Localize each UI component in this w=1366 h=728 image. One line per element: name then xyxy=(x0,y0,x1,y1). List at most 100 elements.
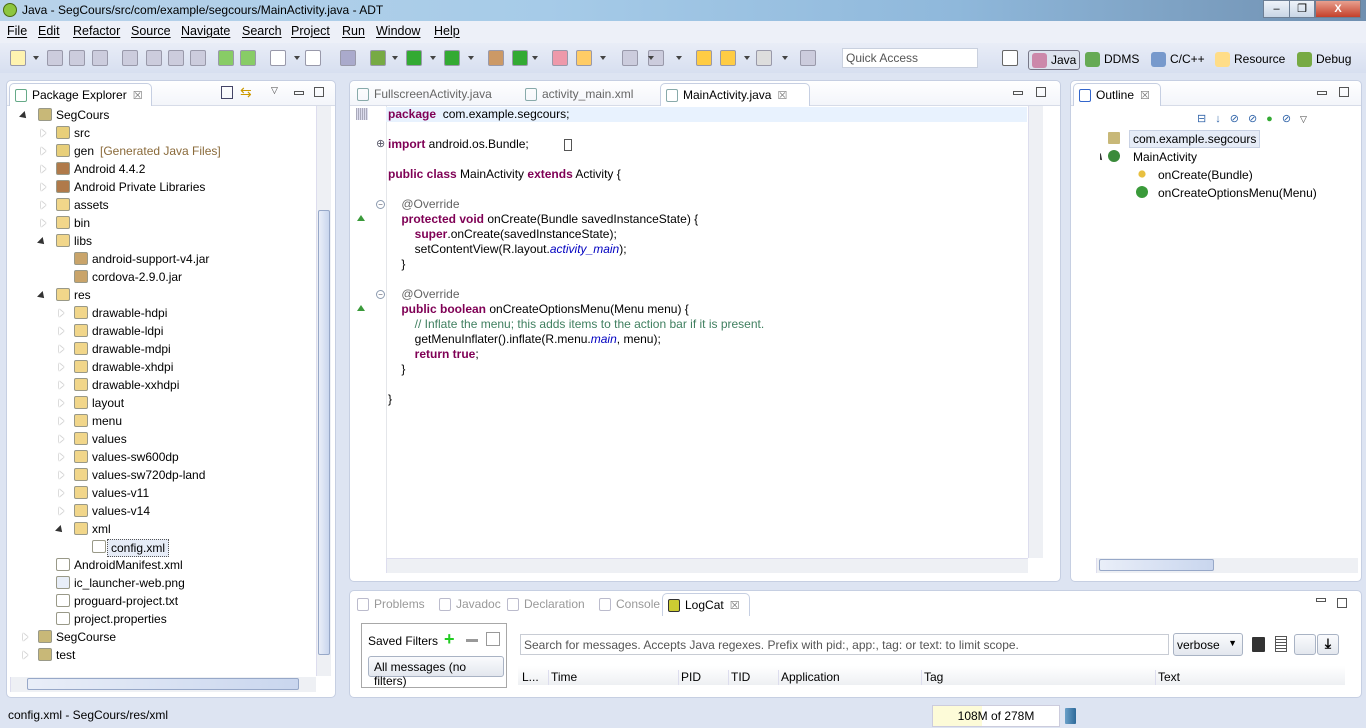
toolbar-button-8[interactable] xyxy=(190,50,206,66)
tree-item-android-4-4-2[interactable]: Android 4.4.2 xyxy=(0,160,315,178)
tree-item-gen[interactable]: gen [Generated Java Files] xyxy=(0,142,315,160)
close-icon[interactable]: ☒ xyxy=(777,90,787,102)
collapsed-arrow-icon[interactable] xyxy=(23,651,28,659)
expand-fold-icon[interactable]: ⊕ xyxy=(376,139,385,150)
toggle-filters-pane-button[interactable] xyxy=(1294,634,1316,655)
tree-item-drawable-ldpi[interactable]: drawable-ldpi xyxy=(0,322,315,340)
menu-project[interactable]: Project xyxy=(291,24,330,38)
tab-outline[interactable]: Outline ☒ xyxy=(1073,83,1161,106)
hide-fields-icon[interactable]: ⊘ xyxy=(1230,113,1248,125)
maximize-view-icon[interactable] xyxy=(314,87,324,97)
maximize-view-icon[interactable] xyxy=(1337,598,1347,608)
tree-item-values-v11[interactable]: values-v11 xyxy=(0,484,315,502)
toolbar-button-21[interactable] xyxy=(622,50,638,66)
collapse-all-icon[interactable] xyxy=(221,86,233,99)
collapsed-arrow-icon[interactable] xyxy=(59,309,64,317)
dropdown-arrow-icon[interactable] xyxy=(468,56,474,60)
save-log-icon[interactable] xyxy=(1252,637,1265,652)
toolbar-button-11[interactable] xyxy=(270,50,286,66)
menu-source[interactable]: Source xyxy=(131,24,171,38)
toolbar-button-14[interactable] xyxy=(370,50,386,66)
tree-item-xml[interactable]: xml xyxy=(0,520,315,538)
collapsed-arrow-icon[interactable] xyxy=(59,363,64,371)
package-explorer-horizontal-scrollbar[interactable] xyxy=(10,677,316,692)
tree-item-androidmanifest-xml[interactable]: AndroidManifest.xml xyxy=(0,556,315,574)
outline-item[interactable]: com.example.segcours xyxy=(1100,130,1350,148)
toolbar-button-18[interactable] xyxy=(512,50,528,66)
column-header-pid[interactable]: PID xyxy=(678,670,701,685)
tab-console[interactable]: Console xyxy=(594,593,660,616)
collapsed-arrow-icon[interactable] xyxy=(41,201,46,209)
menu-edit[interactable]: Edit xyxy=(38,24,60,38)
menu-window[interactable]: Window xyxy=(376,24,420,38)
collapsed-arrow-icon[interactable] xyxy=(59,399,64,407)
scrollbar-thumb[interactable] xyxy=(318,210,330,655)
open-perspective-icon[interactable] xyxy=(1002,50,1018,66)
expanded-arrow-icon[interactable] xyxy=(1100,153,1105,163)
tree-item-android-support-v4-jar[interactable]: android-support-v4.jar xyxy=(0,250,315,268)
tree-item-project-properties[interactable]: project.properties xyxy=(0,610,315,628)
tab-problems[interactable]: Problems xyxy=(352,593,432,616)
toolbar-button-26[interactable] xyxy=(800,50,816,66)
dropdown-arrow-icon[interactable] xyxy=(532,56,538,60)
menu-refactor[interactable]: Refactor xyxy=(73,24,120,38)
column-header-l[interactable]: L... xyxy=(522,670,539,685)
collapsed-arrow-icon[interactable] xyxy=(59,435,64,443)
tab-activity-main-xml[interactable]: activity_main.xml xyxy=(520,83,658,106)
scrollbar-thumb[interactable] xyxy=(27,678,299,690)
toolbar-button-12[interactable] xyxy=(305,50,321,66)
hide-nonpublic-icon[interactable]: ● xyxy=(1266,113,1282,125)
tree-item-drawable-xhdpi[interactable]: drawable-xhdpi xyxy=(0,358,315,376)
tree-item-test[interactable]: test xyxy=(0,646,315,664)
outline-item[interactable]: onCreateOptionsMenu(Menu) xyxy=(1100,184,1350,202)
maximize-view-icon[interactable] xyxy=(1339,87,1349,97)
dropdown-arrow-icon[interactable] xyxy=(33,56,39,60)
all-messages-filter[interactable]: All messages (no filters) xyxy=(368,656,504,688)
dropdown-arrow-icon[interactable] xyxy=(600,56,606,60)
expanded-arrow-icon[interactable] xyxy=(37,291,47,301)
expanded-arrow-icon[interactable] xyxy=(19,111,29,121)
dropdown-arrow-icon[interactable] xyxy=(782,56,788,60)
toolbar-button-6[interactable] xyxy=(146,50,162,66)
collapsed-arrow-icon[interactable] xyxy=(59,417,64,425)
editor-horizontal-scrollbar[interactable] xyxy=(386,558,1028,573)
collapse-all-icon[interactable]: ⊟ xyxy=(1197,113,1215,125)
column-header-tag[interactable]: Tag xyxy=(921,670,943,685)
tab-declaration[interactable]: Declaration xyxy=(502,593,592,616)
menu-help[interactable]: Help xyxy=(434,24,460,38)
close-icon[interactable]: ☒ xyxy=(133,90,143,102)
toolbar-button-17[interactable] xyxy=(488,50,504,66)
view-menu-icon[interactable]: ▽ xyxy=(271,85,278,96)
column-header-text[interactable]: Text xyxy=(1155,670,1180,685)
dropdown-arrow-icon[interactable] xyxy=(648,56,654,60)
toolbar-button-2[interactable] xyxy=(47,50,63,66)
tree-item-values[interactable]: values xyxy=(0,430,315,448)
heap-status-bar[interactable]: 108M of 278M xyxy=(932,705,1060,727)
tree-item-values-sw600dp[interactable]: values-sw600dp xyxy=(0,448,315,466)
tree-item-segcours[interactable]: SegCours xyxy=(0,106,315,124)
collapsed-arrow-icon[interactable] xyxy=(41,183,46,191)
collapsed-arrow-icon[interactable] xyxy=(41,219,46,227)
expanded-arrow-icon[interactable] xyxy=(55,525,65,535)
package-explorer-vertical-scrollbar[interactable] xyxy=(316,106,331,676)
folded-import-box[interactable] xyxy=(564,139,572,151)
tab-javadoc[interactable]: Javadoc xyxy=(434,593,501,616)
expanded-arrow-icon[interactable] xyxy=(37,237,47,247)
dropdown-arrow-icon[interactable] xyxy=(744,56,750,60)
scroll-lock-button[interactable]: ⤓ xyxy=(1317,634,1339,655)
tree-item-android-private-libraries[interactable]: Android Private Libraries xyxy=(0,178,315,196)
toolbar-button-24[interactable] xyxy=(720,50,736,66)
tree-item-values-sw720dp-land[interactable]: values-sw720dp-land xyxy=(0,466,315,484)
dropdown-arrow-icon[interactable] xyxy=(294,56,300,60)
logcat-search-input[interactable]: Search for messages. Accepts Java regexe… xyxy=(520,634,1169,655)
remove-filter-icon[interactable] xyxy=(466,639,478,642)
tree-item-libs[interactable]: libs xyxy=(0,232,315,250)
maximize-editor-icon[interactable] xyxy=(1036,87,1046,97)
collapse-fold-icon[interactable]: − xyxy=(376,290,385,299)
collapsed-arrow-icon[interactable] xyxy=(59,507,64,515)
toolbar-button-4[interactable] xyxy=(92,50,108,66)
tree-item-layout[interactable]: layout xyxy=(0,394,315,412)
perspective-ddms[interactable]: DDMS xyxy=(1082,50,1142,70)
menu-run[interactable]: Run xyxy=(342,24,365,38)
hide-static-icon[interactable]: ⊘ xyxy=(1248,113,1266,125)
